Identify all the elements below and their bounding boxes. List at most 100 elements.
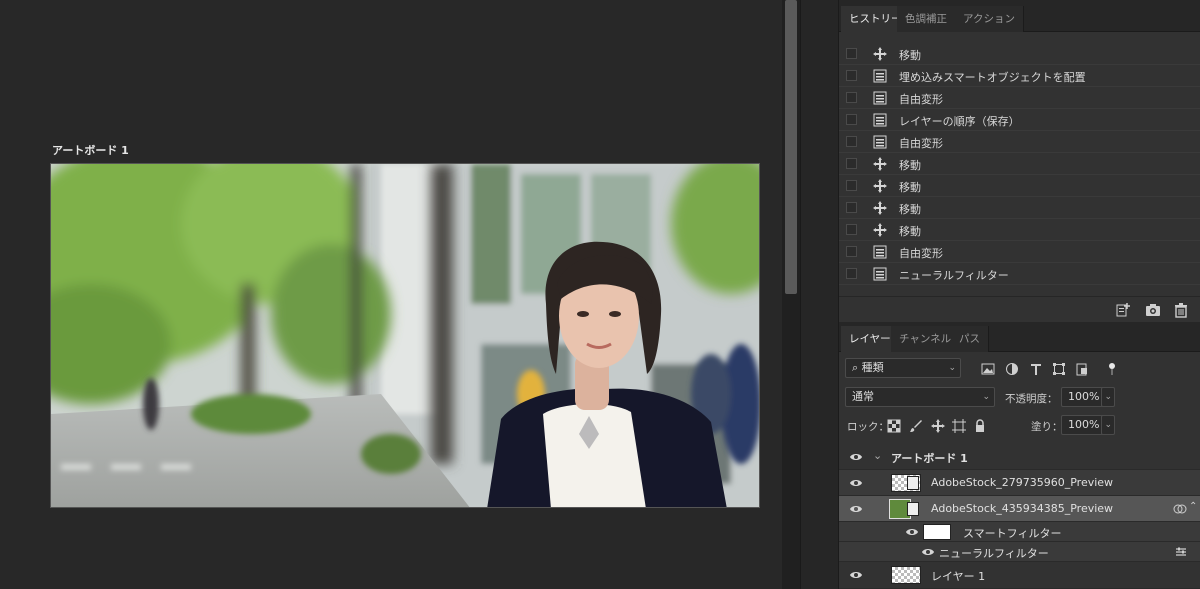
history-item[interactable]: 移動 <box>839 43 1200 65</box>
layer-filter-kind-value: 種類 <box>861 361 884 374</box>
visibility-eye-icon[interactable] <box>905 525 919 539</box>
chevron-down-icon: ⌄ <box>1104 392 1112 402</box>
move-icon <box>873 223 887 237</box>
chevron-up-icon[interactable]: ⌃ <box>1189 501 1197 512</box>
history-item-label: 埋め込みスマートオブジェクトを配置 <box>899 71 1086 84</box>
lock-all-icon[interactable] <box>973 419 987 433</box>
history-item[interactable]: 自由変形 <box>839 131 1200 153</box>
trash-icon[interactable] <box>1173 302 1189 318</box>
history-snapshot-checkbox[interactable] <box>846 158 857 169</box>
history-item[interactable]: レイヤーの順序（保存） <box>839 109 1200 131</box>
visibility-eye-icon[interactable] <box>849 568 863 582</box>
layer-row-neural-filter[interactable]: ニューラルフィルター <box>839 542 1200 562</box>
lock-fill-row: ロック： 塗り： 100% ⌄ <box>839 415 1200 441</box>
layers-tabbar: レイヤー チャンネル パス <box>839 322 1200 352</box>
blend-mode-select[interactable]: 通常 ⌄ <box>845 387 995 407</box>
filter-mask-thumbnail[interactable] <box>923 524 951 540</box>
fill-value: 100% <box>1068 418 1100 431</box>
type-layer-filter-icon[interactable] <box>1029 362 1043 376</box>
shape-layer-filter-icon[interactable] <box>1052 362 1066 376</box>
history-item-label: 移動 <box>899 203 921 216</box>
document-icon <box>873 267 887 281</box>
layer-row-selected[interactable]: AdobeStock_435934385_Preview ⌃ <box>839 496 1200 522</box>
smart-object-badge-icon <box>907 502 919 516</box>
history-snapshot-checkbox[interactable] <box>846 224 857 235</box>
smart-object-badge-icon <box>907 476 919 490</box>
history-snapshot-checkbox[interactable] <box>846 180 857 191</box>
smart-filter-indicator-icon[interactable] <box>1173 502 1187 516</box>
fill-dropdown-button[interactable]: ⌄ <box>1101 415 1115 435</box>
history-snapshot-checkbox[interactable] <box>846 114 857 125</box>
history-item[interactable]: 移動 <box>839 175 1200 197</box>
tab-paths[interactable]: パス <box>951 326 989 352</box>
artboard-label[interactable]: アートボード 1 <box>52 142 129 158</box>
history-item[interactable]: 自由変形 <box>839 87 1200 109</box>
layer-name: スマートフィルター <box>963 527 1062 540</box>
move-icon <box>873 157 887 171</box>
history-item[interactable]: 埋め込みスマートオブジェクトを配置 <box>839 65 1200 87</box>
filter-toggle-icon[interactable] <box>1105 362 1119 376</box>
history-snapshot-checkbox[interactable] <box>846 268 857 279</box>
scrollbar-thumb[interactable] <box>785 0 797 294</box>
tab-actions[interactable]: アクション <box>955 6 1024 32</box>
visibility-eye-icon[interactable] <box>849 502 863 516</box>
layer-filter-kind-select[interactable]: ⌕ 種類 ⌄ <box>845 358 961 378</box>
tab-adjustments[interactable]: 色調補正 <box>897 6 956 32</box>
document-canvas[interactable]: アートボード 1 <box>0 0 782 589</box>
tab-channels[interactable]: チャンネル <box>891 326 961 352</box>
new-document-from-state-icon[interactable] <box>1115 302 1131 318</box>
pixel-layer-filter-icon[interactable] <box>981 362 995 376</box>
visibility-eye-icon[interactable] <box>849 476 863 490</box>
lock-transparency-icon[interactable] <box>887 419 901 433</box>
layer-name: ニューラルフィルター <box>939 547 1049 560</box>
document-icon <box>873 69 887 83</box>
history-snapshot-checkbox[interactable] <box>846 246 857 257</box>
adjustment-layer-filter-icon[interactable] <box>1005 362 1019 376</box>
move-icon <box>873 201 887 215</box>
history-item[interactable]: ニューラルフィルター <box>839 263 1200 285</box>
history-snapshot-checkbox[interactable] <box>846 48 857 59</box>
chevron-down-icon: ⌄ <box>982 392 990 402</box>
history-snapshot-checkbox[interactable] <box>846 70 857 81</box>
history-item[interactable]: 移動 <box>839 153 1200 175</box>
right-panel-dock: ヒストリー 色調補正 アクション 移動 埋め込みスマートオブジェクトを配置 自由… <box>838 0 1200 589</box>
layer-thumbnail <box>891 566 921 584</box>
history-footer <box>839 296 1200 322</box>
layer-name: AdobeStock_435934385_Preview <box>931 502 1114 515</box>
history-snapshot-checkbox[interactable] <box>846 202 857 213</box>
visibility-eye-icon[interactable] <box>921 545 935 559</box>
history-snapshot-checkbox[interactable] <box>846 92 857 103</box>
history-item-label: 移動 <box>899 49 921 62</box>
lock-artboard-icon[interactable] <box>952 419 966 433</box>
history-item[interactable]: 移動 <box>839 219 1200 241</box>
layer-name: レイヤー 1 <box>931 570 986 583</box>
history-item-label: レイヤーの順序（保存） <box>899 115 1020 128</box>
lock-label: ロック： <box>847 421 889 433</box>
visibility-eye-icon[interactable] <box>849 450 863 464</box>
filter-blending-options-icon[interactable] <box>1175 546 1187 558</box>
opacity-dropdown-button[interactable]: ⌄ <box>1101 387 1115 407</box>
lock-position-move-icon[interactable] <box>931 419 945 433</box>
opacity-label: 不透明度： <box>1005 393 1058 405</box>
history-item-label: 自由変形 <box>899 137 943 150</box>
history-item-label: 自由変形 <box>899 247 943 260</box>
artboard-photo[interactable] <box>50 163 760 508</box>
history-snapshot-checkbox[interactable] <box>846 136 857 147</box>
history-item-label: 移動 <box>899 225 921 238</box>
layer-row[interactable]: AdobeStock_279735960_Preview <box>839 470 1200 496</box>
history-item[interactable]: 自由変形 <box>839 241 1200 263</box>
lock-pixels-brush-icon[interactable] <box>909 419 923 433</box>
layer-row[interactable]: レイヤー 1 <box>839 562 1200 589</box>
document-icon <box>873 113 887 127</box>
layer-filter-row: ⌕ 種類 ⌄ <box>839 358 1200 384</box>
chevron-down-icon[interactable]: ⌄ <box>873 449 882 462</box>
smart-object-filter-icon[interactable] <box>1075 362 1089 376</box>
document-icon <box>873 91 887 105</box>
layer-row-artboard[interactable]: ⌄ アートボード 1 <box>839 444 1200 470</box>
history-item-label: 移動 <box>899 181 921 194</box>
history-item[interactable]: 移動 <box>839 197 1200 219</box>
history-item-label: ニューラルフィルター <box>899 269 1009 282</box>
blend-mode-value: 通常 <box>852 390 874 403</box>
layer-row-smart-filter[interactable]: スマートフィルター <box>839 522 1200 542</box>
camera-snapshot-icon[interactable] <box>1145 302 1161 318</box>
